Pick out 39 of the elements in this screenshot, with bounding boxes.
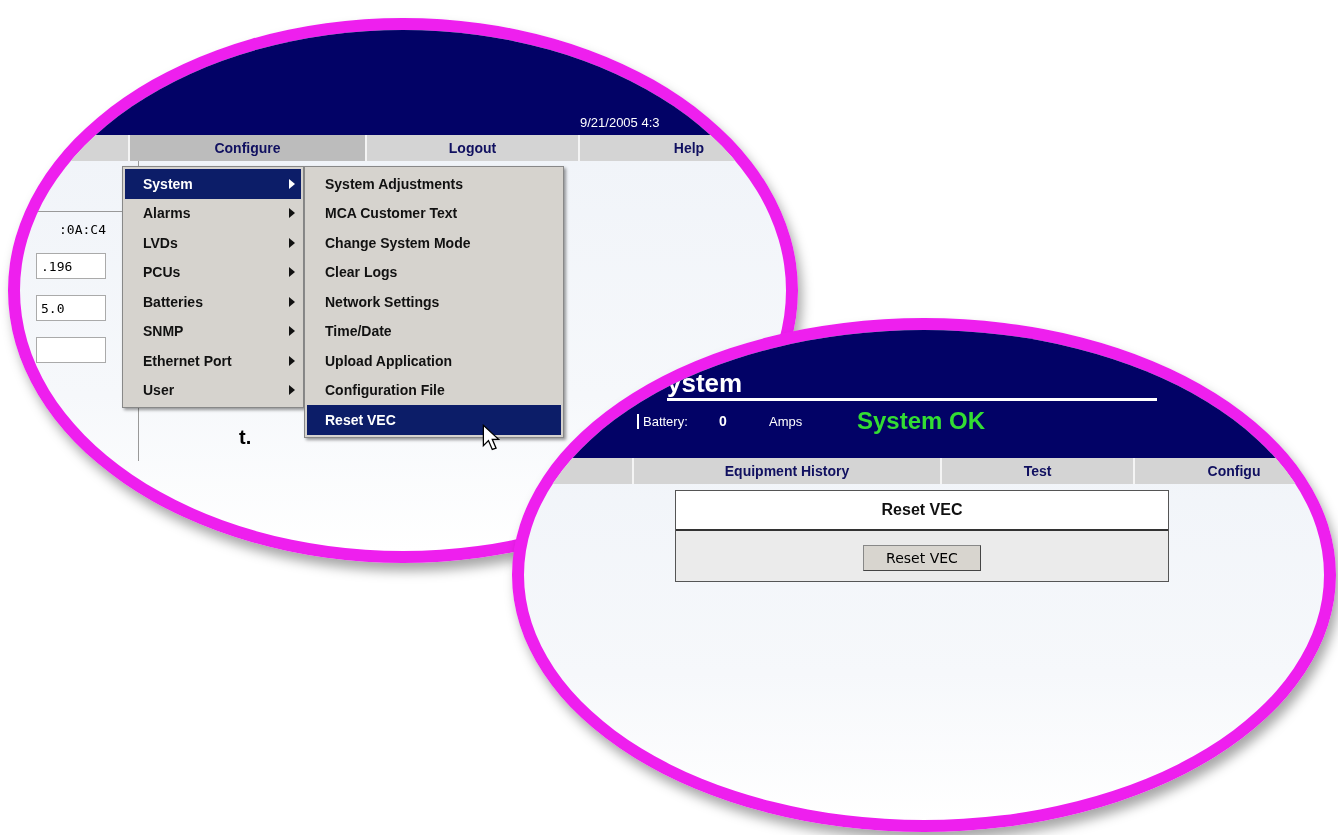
menu-item[interactable]: Change System Mode [307, 228, 561, 258]
menu-item[interactable]: Time/Date [307, 316, 561, 346]
menu-item[interactable]: Alarms [125, 198, 301, 228]
submenu-arrow-icon [289, 208, 295, 219]
input-field[interactable]: 5.0 [36, 295, 106, 321]
system-status: System OK [857, 407, 986, 435]
mac-address-text: :0A:C4 [59, 222, 107, 237]
date-time: 9/21/2005 4:3 [580, 115, 660, 130]
submenu-arrow-icon [289, 267, 295, 278]
menu-item[interactable]: Upload Application [307, 346, 561, 376]
menu-item[interactable]: Ethernet Port [125, 346, 301, 376]
battery-label: Battery: [637, 413, 719, 429]
submenu-arrow-icon [289, 355, 295, 366]
reset-button[interactable]: Reset VEC [863, 545, 981, 571]
menu-item[interactable]: System Adjustments [307, 169, 561, 199]
menu-item[interactable]: PCUs [125, 257, 301, 287]
menu-item[interactable]: System [125, 169, 301, 199]
menu-item[interactable]: Configuration File [307, 375, 561, 405]
text-fragment: t. [239, 426, 252, 448]
submenu-arrow-icon [289, 296, 295, 307]
nav-tab[interactable]: Configure [130, 135, 367, 161]
input-field[interactable] [36, 337, 106, 363]
menu-item[interactable]: SNMP [125, 316, 301, 346]
menu-item[interactable]: Batteries [125, 287, 301, 317]
submenu-arrow-icon [289, 326, 295, 337]
menu-item[interactable]: Reset VEC [307, 405, 561, 435]
submenu-arrow-icon [289, 178, 295, 189]
input-field[interactable]: .196 [36, 253, 106, 279]
panel-title: Reset VEC [676, 491, 1168, 531]
cursor-icon [482, 424, 500, 452]
menu-item[interactable]: User [125, 375, 301, 405]
menu-item[interactable]: Clear Logs [307, 257, 561, 287]
submenu-arrow-icon [289, 237, 295, 248]
menu-item[interactable]: LVDs [125, 228, 301, 258]
menu-item[interactable]: Network Settings [307, 287, 561, 317]
battery-unit: Amps [769, 413, 804, 429]
menu-item[interactable]: MCA Customer Text [307, 198, 561, 228]
submenu-arrow-icon [289, 385, 295, 396]
battery-value: 0 [719, 413, 728, 429]
